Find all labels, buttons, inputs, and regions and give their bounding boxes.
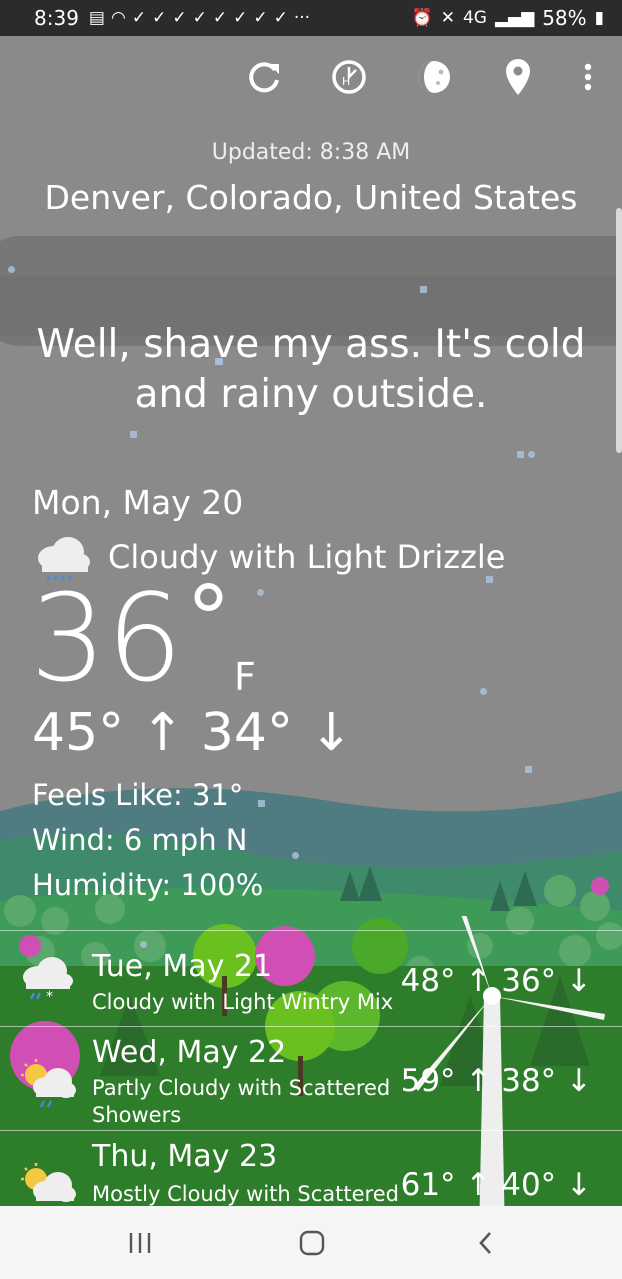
scrollbar[interactable]	[616, 208, 622, 453]
forecast-description: Mostly Cloudy with Scattered	[92, 1182, 399, 1206]
toolbar: H	[0, 55, 622, 105]
humidity: Humidity: 100%	[32, 868, 264, 902]
status-bar: 8:39 ▤ ◠ ✓ ✓ ✓ ✓ ✓ ✓ ✓ ✓ ··· ⏰ ✕ 4G ▂▄▆ …	[0, 0, 622, 36]
cloud-wintry-mix-icon: *	[18, 953, 78, 1007]
message-icon: ▤	[88, 8, 105, 28]
forecast-temps: 59° ↑ 38° ↓	[400, 1063, 592, 1099]
wifi-icon: ◠	[110, 8, 126, 28]
alarm-icon: ⏰	[411, 8, 433, 28]
notification-icons: ▤ ◠ ✓ ✓ ✓ ✓ ✓ ✓ ✓ ✓ ···	[89, 8, 310, 28]
drizzle-particle	[480, 688, 487, 695]
wind: Wind: 6 mph N	[32, 823, 248, 857]
mostly-cloudy-showers-icon	[18, 1161, 78, 1207]
back-button[interactable]	[466, 1226, 506, 1260]
battery-percent: 58%	[542, 6, 587, 30]
drizzle-particle	[517, 451, 524, 458]
drizzle-particle	[525, 766, 532, 773]
feels-like: Feels Like: 31°	[32, 778, 244, 812]
forecast-description: Cloudy with Light Wintry Mix	[92, 990, 394, 1014]
check-icon: ✓	[192, 8, 207, 28]
high-low-temps: 45° ↑ 34° ↓	[32, 703, 354, 763]
svg-text:*: *	[46, 989, 53, 1003]
battery-icon: ▮	[594, 8, 604, 28]
more-vert-icon[interactable]	[566, 55, 610, 99]
forecast-row[interactable]: * Tue, May 21 Cloudy with Light Wintry M…	[0, 930, 622, 1027]
forecast-day: Wed, May 22	[92, 1035, 287, 1070]
status-time: 8:39	[34, 6, 79, 30]
forecast-description: Partly Cloudy with Scattered Showers	[92, 1076, 391, 1127]
degree-symbol: °	[186, 567, 231, 672]
recent-apps-button[interactable]	[120, 1226, 160, 1260]
check-icon: ✓	[212, 8, 228, 28]
current-date: Mon, May 20	[32, 483, 244, 522]
forecast-row[interactable]: Wed, May 22 Partly Cloudy with Scattered…	[0, 1026, 622, 1131]
more-notifications-icon: ···	[293, 8, 311, 28]
network-type: 4G	[462, 8, 487, 28]
check-icon: ✓	[152, 8, 167, 28]
forecast-temps: 61° ↑ 40° ↓	[400, 1167, 592, 1203]
drizzle-particle	[292, 852, 299, 859]
location-pin-icon[interactable]	[496, 55, 540, 99]
refresh-icon[interactable]	[242, 55, 286, 99]
forecast-day: Tue, May 21	[92, 949, 273, 984]
system-nav-bar	[0, 1206, 622, 1279]
mute-icon: ✕	[440, 8, 455, 28]
forecast-row[interactable]: Thu, May 23 Mostly Cloudy with Scattered…	[0, 1130, 622, 1207]
moon-phase-icon[interactable]	[412, 55, 456, 99]
temperature-unit[interactable]: F	[234, 655, 256, 699]
forecast-day: Thu, May 23	[92, 1139, 278, 1174]
check-icon: ✓	[273, 8, 288, 28]
partly-cloudy-showers-icon	[18, 1057, 78, 1113]
check-icon: ✓	[131, 8, 147, 28]
weather-quip: Well, shave my ass. It's cold and rainy …	[36, 322, 586, 417]
drizzle-particle	[258, 800, 265, 807]
drizzle-particle	[420, 286, 427, 293]
drizzle-particle	[8, 266, 15, 273]
check-icon: ✓	[253, 8, 268, 28]
drizzle-particle	[130, 431, 137, 438]
current-temperature: 36	[30, 570, 183, 709]
history-icon[interactable]: H	[327, 55, 371, 99]
drizzle-particle	[257, 589, 264, 596]
home-button[interactable]	[292, 1226, 332, 1260]
updated-time: Updated: 8:38 AM	[211, 140, 411, 165]
forecast-temps: 48° ↑ 36° ↓	[400, 963, 592, 999]
signal-icon: ▂▄▆	[494, 8, 535, 28]
check-icon: ✓	[172, 8, 187, 28]
check-icon: ✓	[233, 8, 248, 28]
location-name[interactable]: Denver, Colorado, United States	[0, 178, 622, 217]
drizzle-particle	[528, 451, 535, 458]
